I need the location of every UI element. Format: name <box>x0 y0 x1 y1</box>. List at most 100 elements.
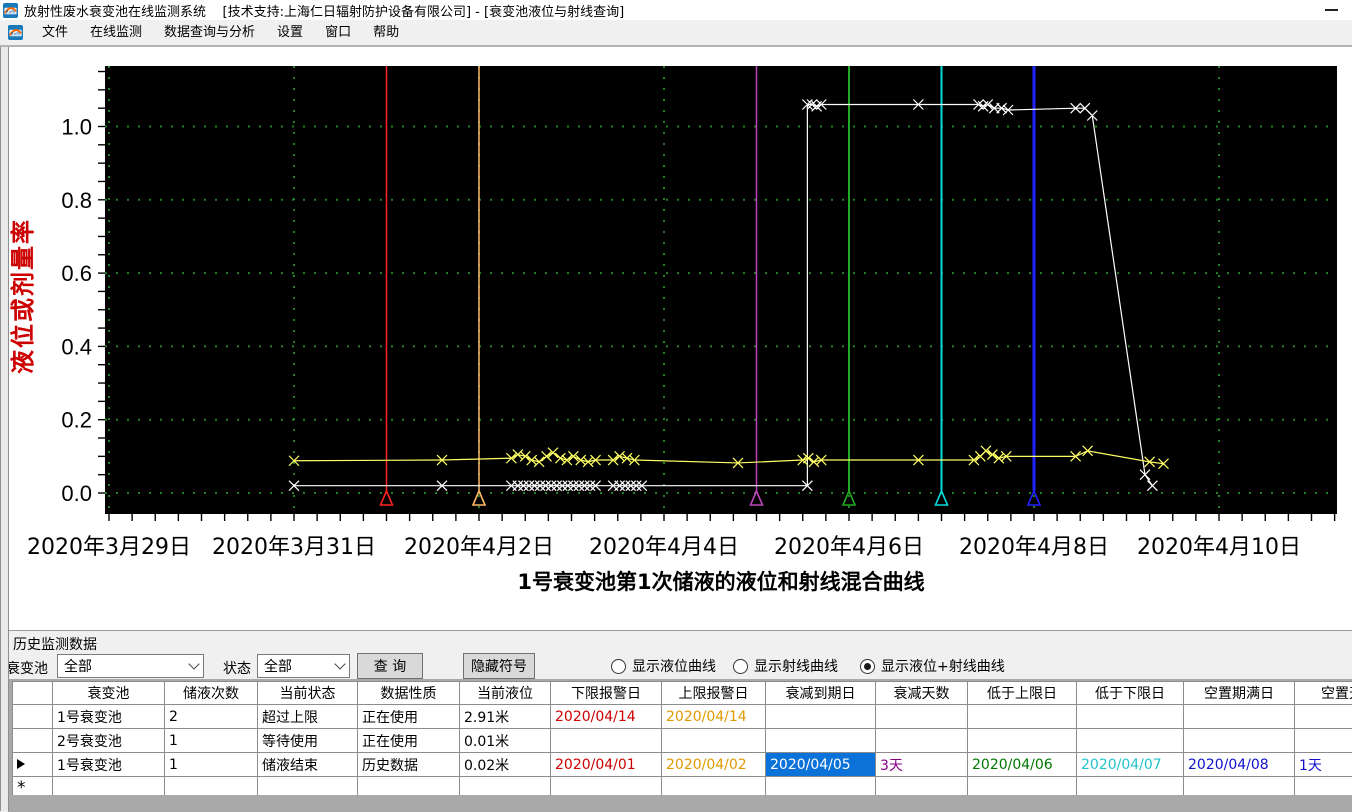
table-cell[interactable]: 2020/04/05 <box>766 753 876 777</box>
table-cell[interactable]: 2号衰变池 <box>53 729 165 753</box>
table-cell[interactable] <box>662 777 766 796</box>
row-indicator-cell[interactable] <box>13 705 53 729</box>
table-cell[interactable]: 正在使用 <box>358 729 460 753</box>
table-cell[interactable]: 1 <box>165 753 258 777</box>
y-tick-label: 0.4 <box>61 334 92 359</box>
table-cell[interactable] <box>1295 705 1352 729</box>
radio-show-level-plus-ray-curve[interactable]: 显示液位+射线曲线 <box>860 656 1005 676</box>
mdi-window-border <box>0 47 9 811</box>
x-tick-label: 2020年3月31日 <box>212 535 376 560</box>
column-header[interactable]: 空置天数 <box>1295 682 1352 705</box>
table-cell[interactable]: 1天 <box>1295 753 1352 777</box>
hide-symbols-button[interactable]: 隐藏符号 <box>463 653 535 679</box>
table-cell[interactable] <box>968 705 1077 729</box>
table-cell[interactable] <box>551 777 662 796</box>
table-cell[interactable] <box>766 777 876 796</box>
table-row: 1号衰变池2超过上限正在使用2.91米2020/04/142020/04/14 <box>13 705 1352 729</box>
window-title: 放射性废水衰变池在线监测系统 [技术支持:上海仁日辐射防护设备有限公司] - [… <box>24 1 624 20</box>
table-cell[interactable] <box>551 729 662 753</box>
radio-show-ray-curve[interactable]: 显示射线曲线 <box>733 656 838 676</box>
table-cell[interactable] <box>1184 705 1295 729</box>
column-header[interactable]: 空置期满日 <box>1184 682 1295 705</box>
table-cell[interactable]: 0.01米 <box>460 729 551 753</box>
menu-settings[interactable]: 设置 <box>266 20 314 45</box>
table-cell[interactable]: 2020/04/02 <box>662 753 766 777</box>
table-cell[interactable] <box>165 777 258 796</box>
table-cell[interactable]: 3天 <box>876 753 968 777</box>
table-cell[interactable]: 历史数据 <box>358 753 460 777</box>
column-header[interactable]: 衰减天数 <box>876 682 968 705</box>
column-header[interactable]: 衰减到期日 <box>766 682 876 705</box>
table-cell[interactable]: 2 <box>165 705 258 729</box>
radio-icon <box>611 659 626 674</box>
table-cell[interactable] <box>968 777 1077 796</box>
table-cell[interactable] <box>1077 777 1184 796</box>
data-grid-background: 衰变池储液次数当前状态数据性质当前液位下限报警日上限报警日衰减到期日衰减天数低于… <box>8 679 1352 812</box>
table-cell[interactable]: 2020/04/14 <box>551 705 662 729</box>
menu-help[interactable]: 帮助 <box>362 20 410 45</box>
table-cell[interactable]: 等待使用 <box>258 729 358 753</box>
column-header[interactable]: 低于上限日 <box>968 682 1077 705</box>
table-row: 2号衰变池1等待使用正在使用0.01米 <box>13 729 1352 753</box>
table-cell[interactable] <box>1077 729 1184 753</box>
status-filter-label: 状态 <box>223 658 251 678</box>
table-cell[interactable]: 超过上限 <box>258 705 358 729</box>
table-cell[interactable]: 2020/04/01 <box>551 753 662 777</box>
table-cell[interactable] <box>1295 777 1352 796</box>
table-cell[interactable]: 2020/04/08 <box>1184 753 1295 777</box>
table-cell[interactable]: 2020/04/06 <box>968 753 1077 777</box>
menu-bar: RnRi 文件 在线监测 数据查询与分析 设置 窗口 帮助 <box>0 20 1352 47</box>
radio-show-level-curve[interactable]: 显示液位曲线 <box>611 656 716 676</box>
table-cell[interactable]: 1 <box>165 729 258 753</box>
table-cell[interactable] <box>53 777 165 796</box>
column-header[interactable]: 下限报警日 <box>551 682 662 705</box>
column-header[interactable]: 储液次数 <box>165 682 258 705</box>
status-filter-select[interactable]: 全部 <box>257 654 350 678</box>
y-tick-label: 0.8 <box>61 188 92 213</box>
table-cell[interactable] <box>1184 777 1295 796</box>
row-indicator-cell[interactable] <box>13 753 53 777</box>
row-indicator-header[interactable] <box>13 682 53 705</box>
app-logo-icon: RnRi <box>3 3 18 18</box>
table-cell[interactable] <box>1295 729 1352 753</box>
table-cell[interactable] <box>258 777 358 796</box>
table-cell[interactable] <box>766 705 876 729</box>
current-row-arrow-icon <box>17 759 25 769</box>
query-button[interactable]: 查 询 <box>357 653 423 679</box>
table-cell[interactable]: 1号衰变池 <box>53 705 165 729</box>
table-cell[interactable] <box>876 705 968 729</box>
menu-online-monitor[interactable]: 在线监测 <box>79 20 153 45</box>
status-filter-value: 全部 <box>264 656 292 676</box>
y-tick-label: 0.0 <box>61 481 92 506</box>
table-cell[interactable]: 2020/04/07 <box>1077 753 1184 777</box>
row-indicator-cell[interactable]: * <box>13 777 53 796</box>
menu-window[interactable]: 窗口 <box>314 20 362 45</box>
row-indicator-cell[interactable] <box>13 729 53 753</box>
minimize-icon[interactable] <box>1325 9 1338 11</box>
table-cell[interactable] <box>358 777 460 796</box>
table-cell[interactable] <box>460 777 551 796</box>
table-cell[interactable] <box>1077 705 1184 729</box>
table-cell[interactable]: 储液结束 <box>258 753 358 777</box>
x-tick-label: 2020年4月8日 <box>959 535 1109 560</box>
column-header[interactable]: 当前液位 <box>460 682 551 705</box>
menu-data-query-analysis[interactable]: 数据查询与分析 <box>153 20 266 45</box>
table-cell[interactable]: 2.91米 <box>460 705 551 729</box>
column-header[interactable]: 数据性质 <box>358 682 460 705</box>
table-cell[interactable] <box>876 777 968 796</box>
table-cell[interactable]: 1号衰变池 <box>53 753 165 777</box>
table-cell[interactable] <box>766 729 876 753</box>
column-header[interactable]: 上限报警日 <box>662 682 766 705</box>
column-header[interactable]: 衰变池 <box>53 682 165 705</box>
column-header[interactable]: 当前状态 <box>258 682 358 705</box>
table-cell[interactable]: 正在使用 <box>358 705 460 729</box>
column-header[interactable]: 低于下限日 <box>1077 682 1184 705</box>
table-cell[interactable]: 0.02米 <box>460 753 551 777</box>
table-cell[interactable] <box>968 729 1077 753</box>
table-cell[interactable] <box>662 729 766 753</box>
table-cell[interactable]: 2020/04/14 <box>662 705 766 729</box>
table-cell[interactable] <box>876 729 968 753</box>
table-cell[interactable] <box>1184 729 1295 753</box>
pool-filter-select[interactable]: 全部 <box>57 654 204 678</box>
menu-file[interactable]: 文件 <box>31 20 79 45</box>
